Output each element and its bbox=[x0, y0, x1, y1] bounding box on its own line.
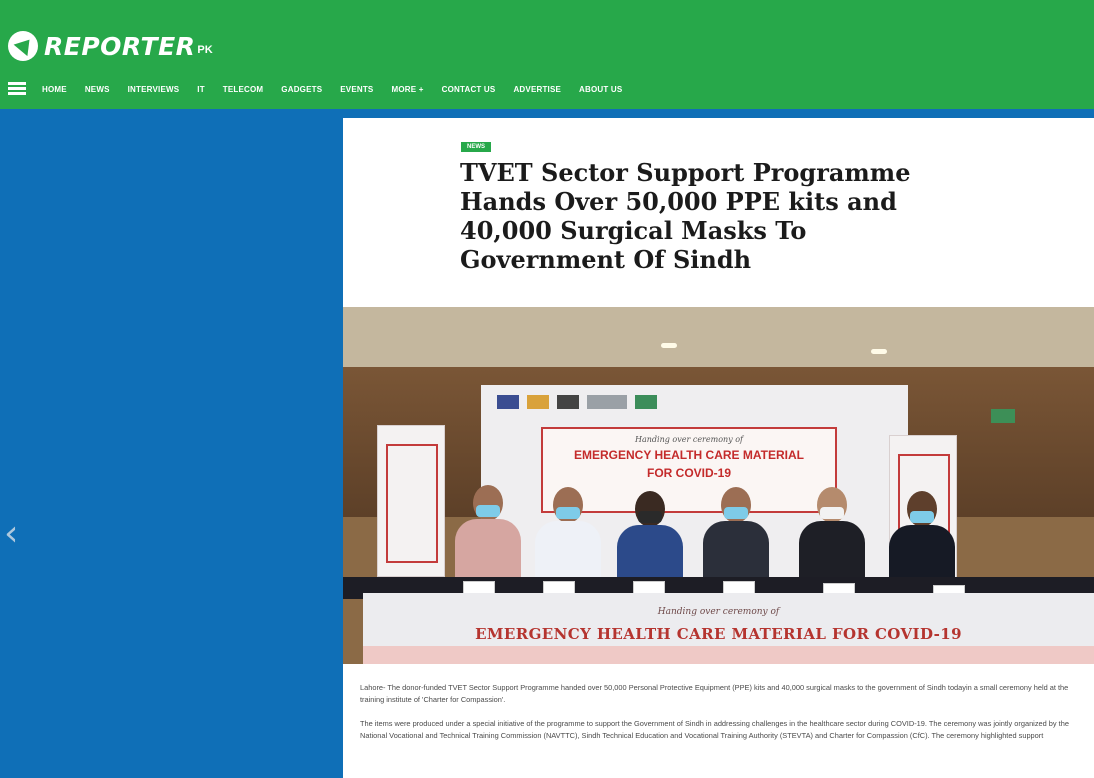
tablecloth-title: EMERGENCY HEALTH CARE MATERIAL FOR COVID… bbox=[475, 625, 962, 643]
chevron-left-icon[interactable]: ‹ bbox=[4, 516, 18, 552]
article-paragraph: The items were produced under a special … bbox=[360, 719, 1069, 740]
nav-item-gadgets[interactable]: GADGETS bbox=[281, 85, 322, 94]
nav-item-telecom[interactable]: TELECOM bbox=[223, 85, 264, 94]
nav-item-news[interactable]: NEWS bbox=[85, 85, 110, 94]
backdrop-subtitle: Handing over ceremony of bbox=[635, 435, 743, 444]
category-badge[interactable]: NEWS bbox=[461, 142, 491, 152]
article-body: Lahore- The donor-funded TVET Sector Sup… bbox=[360, 682, 1085, 754]
logo-text: REPORTER bbox=[44, 31, 196, 61]
photo-tablecloth-band bbox=[363, 646, 1094, 664]
nav-item-events[interactable]: EVENTS bbox=[340, 85, 373, 94]
logo-suffix: PK bbox=[197, 44, 213, 56]
tablecloth-subtitle: Handing over ceremony of bbox=[657, 607, 780, 617]
sponsor-logos bbox=[497, 395, 677, 411]
left-sidebar-panel: ‹ bbox=[0, 118, 343, 778]
backdrop-title-line1: EMERGENCY HEALTH CARE MATERIAL bbox=[573, 448, 804, 462]
article-paragraph: Lahore- The donor-funded TVET Sector Sup… bbox=[360, 683, 1069, 704]
article-title: TVET Sector Support Programme Hands Over… bbox=[460, 158, 911, 274]
reporter-logo-icon bbox=[8, 31, 38, 61]
nav-item-interviews[interactable]: INTERVIEWS bbox=[128, 85, 180, 94]
featured-image: Handing over ceremony of EMERGENCY HEALT… bbox=[343, 307, 1094, 664]
site-header: REPORTER PK HOME NEWS INTERVIEWS IT TELE… bbox=[0, 0, 1094, 110]
photo-ceiling-light bbox=[661, 343, 677, 348]
article-container: NEWS TVET Sector Support Programme Hands… bbox=[343, 118, 1094, 778]
nav-item-advertise[interactable]: ADVERTISE bbox=[513, 85, 561, 94]
backdrop-title-line2: FOR COVID-19 bbox=[646, 466, 731, 480]
nav-item-it[interactable]: IT bbox=[197, 85, 205, 94]
nav-item-more[interactable]: MORE + bbox=[391, 85, 423, 94]
photo-standee-left bbox=[377, 425, 445, 577]
site-logo[interactable]: REPORTER PK bbox=[8, 30, 213, 62]
nav-item-contact-us[interactable]: CONTACT US bbox=[442, 85, 496, 94]
header-divider bbox=[0, 109, 1094, 118]
photo-exit-sign bbox=[991, 409, 1015, 423]
nav-item-home[interactable]: HOME bbox=[42, 85, 67, 94]
nav-item-about-us[interactable]: ABOUT US bbox=[579, 85, 622, 94]
hamburger-menu-icon[interactable] bbox=[8, 82, 26, 96]
photo-ceiling-light bbox=[871, 349, 887, 354]
main-nav: HOME NEWS INTERVIEWS IT TELECOM GADGETS … bbox=[8, 80, 640, 98]
